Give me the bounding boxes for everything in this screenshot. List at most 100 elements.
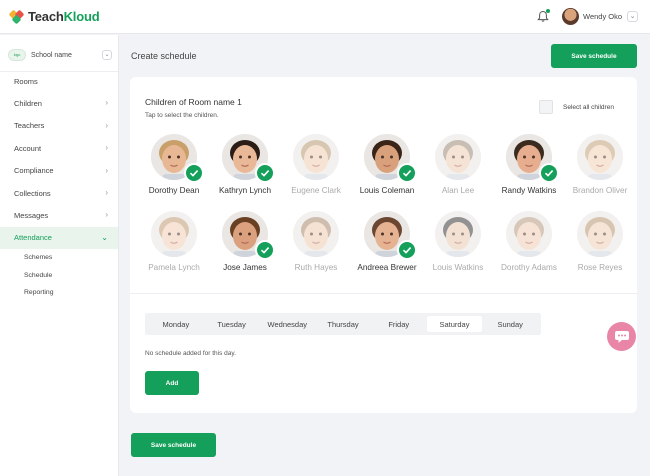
school-logo: logo: [8, 49, 26, 61]
child-avatar-wrap: [222, 211, 275, 260]
child-name: Alan Lee: [441, 186, 475, 195]
user-name[interactable]: Wendy Oko: [583, 12, 622, 21]
sidebar-item-label: Collections: [14, 188, 51, 198]
check-icon: [397, 163, 417, 183]
child-avatar: [506, 211, 552, 257]
bell-icon[interactable]: [537, 9, 550, 23]
child-name: Eugene Clark: [291, 186, 341, 195]
tab-wednesday[interactable]: Wednesday: [259, 316, 315, 332]
check-icon: [255, 240, 275, 260]
school-selector[interactable]: logo School name ⌄: [8, 45, 112, 65]
sidebar-subitem-schemes[interactable]: Schemes: [0, 249, 118, 267]
child-avatar-wrap: [364, 211, 417, 260]
child-avatar-wrap: [506, 211, 552, 257]
sidebar-item-messages[interactable]: Messages ›: [0, 204, 118, 226]
child-card[interactable]: Andreea Brewer: [351, 211, 423, 272]
chevron-down-icon: ⌄: [101, 232, 108, 242]
child-avatar: [577, 134, 623, 180]
chevron-right-icon: ›: [105, 143, 108, 153]
child-name: Louis Coleman: [359, 186, 415, 195]
child-avatar-wrap: [293, 134, 339, 180]
child-name: Rose Reyes: [577, 263, 623, 272]
child-card[interactable]: Rose Reyes: [564, 211, 636, 272]
schedule-card: Children of Room name 1 Tap to select th…: [130, 77, 637, 413]
tab-thursday[interactable]: Thursday: [315, 316, 371, 332]
child-avatar-wrap: [435, 134, 481, 180]
child-avatar-wrap: [364, 134, 417, 183]
sidebar-item-attendance[interactable]: Attendance ⌄: [0, 226, 118, 250]
top-bar: TeachKloud Wendy Oko ⌄: [0, 0, 650, 34]
child-name: Jose James: [223, 263, 267, 272]
brand-name: TeachKloud: [28, 9, 100, 24]
logo-mark-icon: [8, 9, 25, 24]
child-name: Andreea Brewer: [357, 263, 417, 272]
child-avatar: [293, 134, 339, 180]
school-name: School name: [31, 51, 72, 59]
sidebar-item-label: Messages: [14, 211, 49, 221]
chat-icon[interactable]: [607, 322, 636, 351]
add-button[interactable]: Add: [145, 371, 199, 395]
section-divider: [130, 293, 637, 294]
sidebar-item-teachers[interactable]: Teachers ›: [0, 115, 118, 137]
tab-tuesday[interactable]: Tuesday: [204, 316, 260, 332]
child-avatar-wrap: [151, 134, 204, 183]
save-schedule-button[interactable]: Save schedule: [551, 44, 637, 68]
sidebar-subitem-reporting[interactable]: Reporting: [0, 284, 118, 302]
sidebar-item-collections[interactable]: Collections ›: [0, 182, 118, 204]
check-icon: [184, 163, 204, 183]
child-card[interactable]: Brandon Oliver: [564, 134, 636, 195]
room-title: Children of Room name 1: [145, 97, 242, 107]
child-avatar-wrap: [506, 134, 559, 183]
page-title: Create schedule: [131, 51, 197, 61]
empty-schedule-message: No schedule added for this day.: [145, 350, 236, 357]
child-card[interactable]: Jose James: [209, 211, 281, 272]
save-schedule-button-bottom[interactable]: Save schedule: [131, 433, 216, 457]
child-avatar: [435, 134, 481, 180]
tab-saturday[interactable]: Saturday: [426, 316, 483, 332]
child-avatar-wrap: [435, 211, 481, 257]
sidebar-item-account[interactable]: Account ›: [0, 137, 118, 159]
tab-monday[interactable]: Monday: [148, 316, 204, 332]
select-all-checkbox[interactable]: [539, 100, 553, 114]
child-card[interactable]: Randy Watkins: [493, 134, 565, 195]
check-icon: [539, 163, 559, 183]
chevron-right-icon: ›: [105, 98, 108, 108]
child-name: Louis Watkins: [432, 263, 484, 272]
user-avatar[interactable]: [562, 8, 579, 25]
sidebar-item-compliance[interactable]: Compliance ›: [0, 160, 118, 182]
sidebar-item-label: Attendance: [14, 233, 52, 243]
chevron-down-icon[interactable]: ⌄: [102, 50, 112, 60]
chevron-right-icon: ›: [105, 120, 108, 130]
sidebar-item-children[interactable]: Children ›: [0, 92, 118, 114]
child-name: Kathryn Lynch: [218, 186, 272, 195]
teachkloud-logo[interactable]: TeachKloud: [8, 9, 100, 24]
child-avatar: [435, 211, 481, 257]
sidebar-nav: Rooms Children › Teachers › Account › Complianc…: [0, 70, 118, 302]
sidebar-item-label: Teachers: [14, 121, 45, 131]
sidebar-subitem-schedule[interactable]: Schedule: [0, 267, 118, 285]
child-card[interactable]: Louis Coleman: [351, 134, 423, 195]
room-subtitle: Tap to select the children.: [145, 112, 219, 119]
child-avatar: [293, 211, 339, 257]
check-icon: [255, 163, 275, 183]
child-card[interactable]: Dorothy Dean: [138, 134, 210, 195]
select-all-label[interactable]: Select all children: [563, 104, 614, 111]
child-card[interactable]: Louis Watkins: [422, 211, 494, 272]
sidebar-item-label: Account: [14, 143, 42, 153]
tab-friday[interactable]: Friday: [371, 316, 427, 332]
child-card[interactable]: Pamela Lynch: [138, 211, 210, 272]
child-card[interactable]: Eugene Clark: [280, 134, 352, 195]
chevron-down-icon[interactable]: ⌄: [627, 11, 638, 22]
child-avatar-wrap: [151, 211, 197, 257]
sidebar: logo School name ⌄ Rooms Children › Teacher…: [0, 35, 119, 476]
child-name: Ruth Hayes: [294, 263, 338, 272]
child-card[interactable]: Kathryn Lynch: [209, 134, 281, 195]
child-avatar-wrap: [577, 134, 623, 180]
sidebar-item-rooms[interactable]: Rooms: [0, 70, 118, 92]
child-card[interactable]: Alan Lee: [422, 134, 494, 195]
tab-sunday[interactable]: Sunday: [482, 316, 538, 332]
child-avatar-wrap: [293, 211, 339, 257]
sidebar-item-label: Children: [14, 99, 42, 109]
child-card[interactable]: Ruth Hayes: [280, 211, 352, 272]
child-card[interactable]: Dorothy Adams: [493, 211, 565, 272]
